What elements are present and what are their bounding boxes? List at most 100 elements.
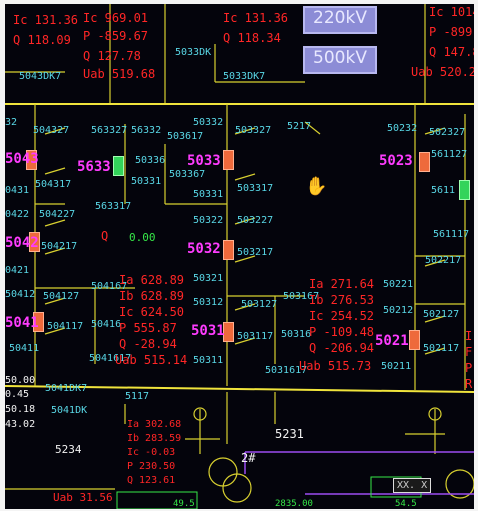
bottom-2835: 2835.00 [275,499,313,509]
switch-503127[interactable]: 503127 [241,300,277,310]
switch-504327[interactable]: 504327 [33,126,69,136]
transformer-2-label: 2# [241,451,256,465]
switch-502127[interactable]: 502127 [423,310,459,320]
switch-5611[interactable]: 5611 [431,186,455,196]
breaker-5043-label: 5043 [5,151,39,167]
switch-50212[interactable]: 50212 [383,306,413,316]
node-5033dk: 5033DK [175,47,212,58]
switch-503317[interactable]: 503317 [237,184,273,194]
switch-50331[interactable]: 50331 [193,190,223,200]
switch-502327[interactable]: 502327 [429,128,465,138]
switch-504317[interactable]: 504317 [35,180,71,190]
switch-563317[interactable]: 563317 [95,202,131,212]
meas-5031-ia: Ia 271.64 [309,277,375,291]
breaker-5021-label: 5021 [375,333,409,349]
q-value: 0.00 [129,231,156,244]
meas-lower-p: P 230.50 [127,461,176,472]
switch-563327[interactable]: 563327 [91,126,127,136]
right-edge-1: I [465,329,473,343]
meas-5032-ic: Ic 624.50 [119,305,185,319]
switch-50322[interactable]: 50322 [193,216,223,226]
breaker-5032-label: 5032 [187,241,221,257]
label-5234: 5234 [55,443,82,456]
edge-val-2: 0.45 [5,389,30,400]
top-mid2-q: Q 118.34 [223,31,281,45]
switch-50336[interactable]: 50336 [135,156,165,166]
breaker-5042-label: 5042 [5,235,39,251]
breaker-5041-label: 5041 [5,315,39,331]
meas-lower-q: Q 123.61 [127,475,176,486]
breaker-5031-label: 5031 [191,323,225,339]
top-right-q: Q 147.8 [429,45,474,59]
switch-504117[interactable]: 504117 [47,322,83,332]
bottom-uab: Uab 31.56 [53,491,113,504]
switch-503617[interactable]: 503617 [167,132,203,142]
meas-lower-ia: Ia 302.68 [127,419,182,430]
breaker-5023[interactable] [419,152,430,172]
switch-503217[interactable]: 503217 [237,248,273,258]
switch-502217[interactable]: 502217 [425,256,461,266]
breaker-5033-label: 5033 [187,153,221,169]
right-edge-2: F [465,345,473,359]
edge-val-4: 43.02 [5,419,36,430]
meas-5032-p: P 555.87 [119,321,177,335]
meas-lower-ib: Ib 283.59 [127,433,182,444]
switch-50416[interactable]: 50416 [91,320,121,330]
switch-50321[interactable]: 50321 [193,274,223,284]
breaker-5033[interactable] [223,150,234,170]
label-0431: 0431 [5,185,30,196]
label-0421: 0421 [5,265,30,276]
breaker-5021[interactable] [409,330,420,350]
switch-56332[interactable]: 56332 [131,126,161,136]
500kv-button[interactable]: 500kV [303,46,377,74]
bottom-54-5: 54.5 [395,499,417,509]
switch-5217[interactable]: 5217 [287,122,311,132]
right-edge-4: R [465,377,473,391]
top-right-uab: Uab 520.2 [411,65,474,79]
breaker-5633[interactable] [113,156,124,176]
switch-50221[interactable]: 50221 [383,280,413,290]
breaker-5032[interactable] [223,240,234,260]
220kv-button[interactable]: 220kV [303,6,377,34]
node-5041dk7[interactable]: 5041DK7 [45,384,87,394]
switch-504127[interactable]: 504127 [43,292,79,302]
switch-50211[interactable]: 50211 [381,362,411,372]
switch-50312[interactable]: 50312 [193,298,223,308]
switch-56331[interactable]: 50331 [131,177,161,187]
top-right-ic: Ic 1014. [429,5,474,19]
right-edge-3: P [465,361,473,375]
switch-561117[interactable]: 561117 [433,230,469,240]
meas-lower-ic: Ic -0.03 [127,447,176,458]
top-left-ic: Ic 131.36 [13,13,79,27]
node-5033dk7: 5033DK7 [223,71,266,82]
switch-502117[interactable]: 502117 [423,344,459,354]
meas-5031-ib: Ib 276.53 [309,293,375,307]
label-0422: 0422 [5,209,30,220]
switch-503367[interactable]: 503367 [169,170,205,180]
switch-50311[interactable]: 50311 [193,356,223,366]
breaker-5633-label: 5633 [77,159,111,175]
bottom-49-5: 49.5 [173,499,195,509]
node-5041dk[interactable]: 5041DK [51,406,87,416]
switch-50332[interactable]: 50332 [193,118,223,128]
scada-screen: 220kV 500kV Ic 131.36 Q 118.09 5043DK7 I… [5,4,474,509]
switch-50232[interactable]: 50232 [387,124,417,134]
meas-5031-ic: Ic 254.52 [309,309,375,323]
switch-50316[interactable]: 50316 [281,330,311,340]
switch-504227[interactable]: 504227 [39,210,75,220]
hand-cursor-icon: ✋ [305,176,328,197]
switch-503117[interactable]: 503117 [237,332,273,342]
meas-5032-q: Q -28.94 [119,337,177,351]
top-mid-p: P -859.67 [83,29,149,43]
switch-504217[interactable]: 504217 [41,242,77,252]
top-mid2-ic: Ic 131.36 [223,11,289,25]
label-50412: 50412 [5,289,36,300]
switch-561127[interactable]: 561127 [431,150,467,160]
label-5231: 5231 [275,427,304,441]
switch-503227[interactable]: 503227 [237,216,273,226]
meas-5032-ib: Ib 628.89 [119,289,185,303]
top-mid-uab: Uab 519.68 [83,67,156,81]
switch-5117[interactable]: 5117 [125,392,149,402]
breaker-5611[interactable] [459,180,470,200]
switch-503327[interactable]: 503327 [235,126,271,136]
